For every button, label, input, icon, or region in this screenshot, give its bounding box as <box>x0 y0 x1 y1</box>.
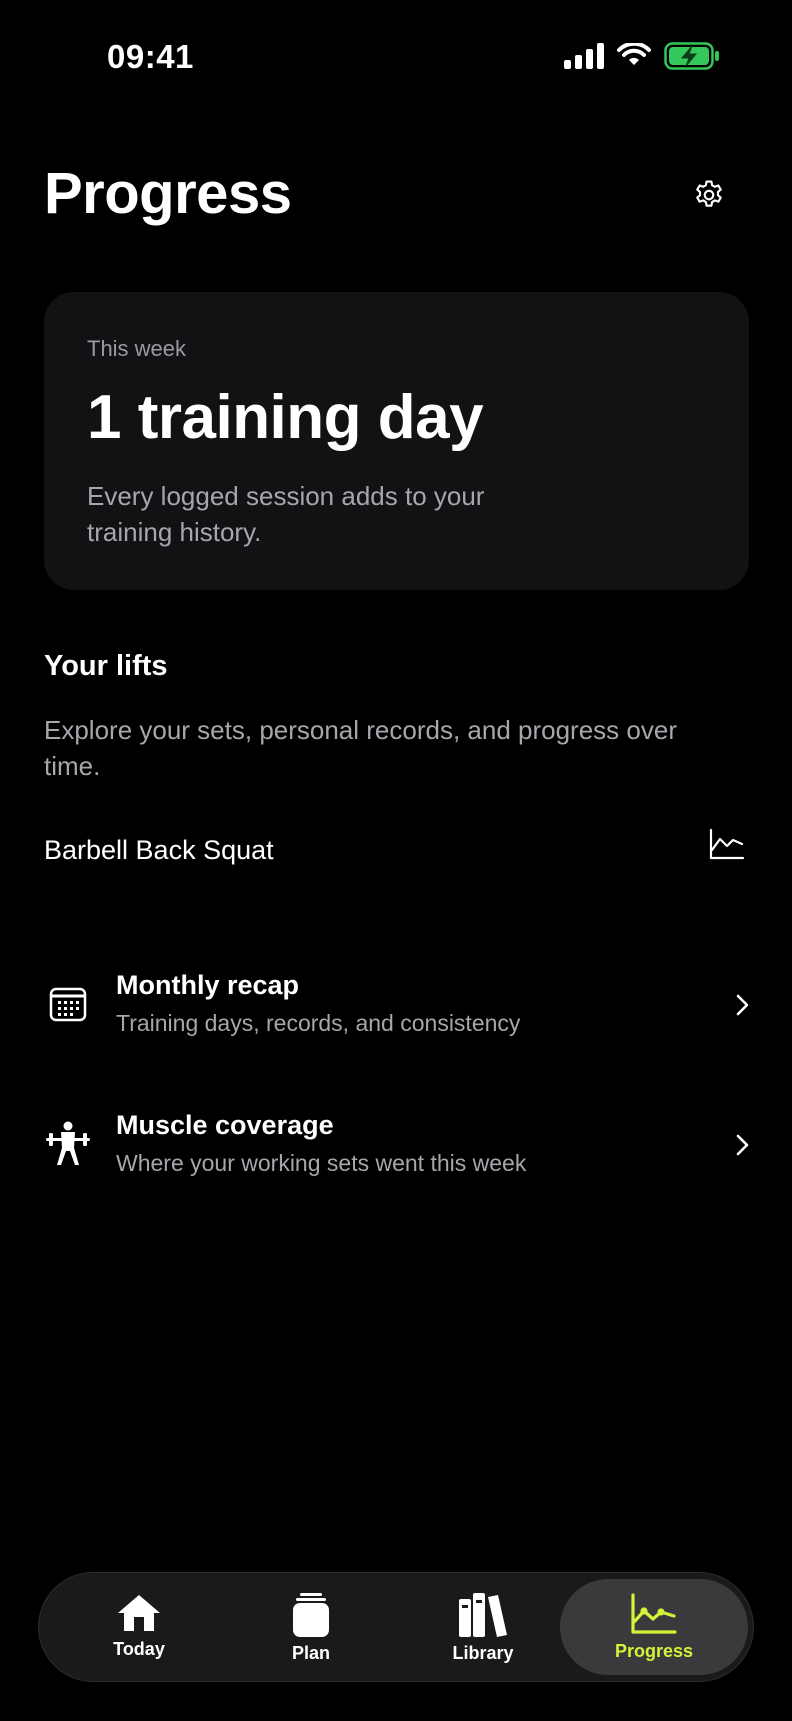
line-chart-icon <box>709 828 745 860</box>
weightlifter-icon <box>46 1121 90 1165</box>
calendar-icon <box>49 987 87 1022</box>
lift-chart-button[interactable] <box>709 828 749 868</box>
lifts-section-description: Explore your sets, personal records, and… <box>44 715 677 781</box>
muscle-coverage-row[interactable]: Muscle coverage Where your working sets … <box>44 1100 754 1190</box>
tab-label: Library <box>452 1643 514 1663</box>
tab-label: Progress <box>614 1641 694 1661</box>
settings-button[interactable] <box>686 172 732 218</box>
status-bar: 09:41 <box>0 0 792 120</box>
muscle-coverage-subtitle: Where your working sets went this week <box>116 1150 527 1176</box>
status-icons <box>564 42 720 70</box>
books-icon <box>459 1593 507 1637</box>
tab-progress[interactable]: Progress <box>560 1579 748 1675</box>
gear-icon <box>696 180 722 207</box>
weightlifter-icon-wrap <box>44 1120 92 1168</box>
week-description: Every logged session adds to your traini… <box>87 481 485 547</box>
chevron-right-icon <box>736 1134 749 1156</box>
cellular-signal-icon <box>564 43 604 69</box>
monthly-recap-title: Monthly recap <box>116 970 300 1000</box>
home-icon <box>118 1595 160 1631</box>
battery-charging-icon <box>664 42 719 70</box>
wifi-icon <box>617 43 651 65</box>
status-time: 09:41 <box>107 38 194 75</box>
plan-stack-icon <box>293 1593 329 1637</box>
page-title: Progress <box>44 161 292 226</box>
tab-today[interactable]: Today <box>55 1579 223 1675</box>
monthly-recap-row[interactable]: Monthly recap Training days, records, an… <box>44 960 754 1050</box>
training-day-count: 1 training day <box>87 383 484 452</box>
tab-library[interactable]: Library <box>399 1579 567 1675</box>
tab-bar: Today Plan Library Progress <box>38 1572 754 1682</box>
chevron-right-icon <box>736 994 749 1016</box>
lifts-section-title: Your lifts <box>44 650 168 682</box>
progress-screen: 09:41 Progress This week 1 training day … <box>0 0 792 1721</box>
progress-chart-icon <box>631 1593 677 1634</box>
muscle-coverage-title: Muscle coverage <box>116 1110 334 1140</box>
monthly-recap-subtitle: Training days, records, and consistency <box>116 1010 521 1036</box>
lift-row-barbell-back-squat[interactable]: Barbell Back Squat <box>44 828 749 874</box>
tab-plan[interactable]: Plan <box>227 1579 395 1675</box>
weekly-summary-card: This week 1 training day Every logged se… <box>44 292 749 590</box>
lift-name: Barbell Back Squat <box>44 835 274 865</box>
calendar-icon-wrap <box>44 980 92 1028</box>
week-label: This week <box>87 336 187 361</box>
tab-label: Today <box>113 1639 165 1659</box>
tab-label: Plan <box>291 1643 330 1663</box>
